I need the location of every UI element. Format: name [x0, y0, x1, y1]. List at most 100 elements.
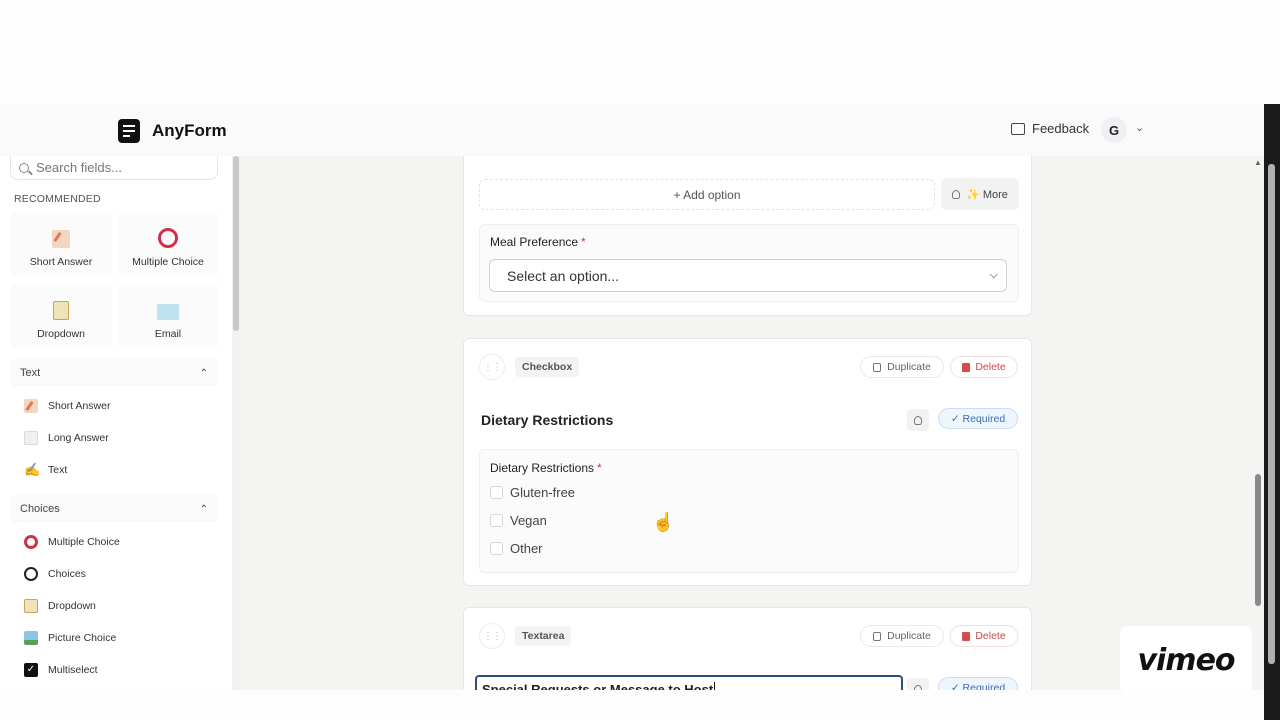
checkbox-option[interactable]: Other — [490, 541, 543, 556]
checkbox[interactable] — [490, 542, 503, 555]
avatar[interactable]: G — [1101, 117, 1127, 143]
checkbox-option[interactable]: Vegan — [490, 513, 547, 528]
option-label: Vegan — [510, 513, 547, 528]
circle-icon — [24, 567, 38, 581]
trash-icon — [962, 362, 971, 372]
checkbox-option[interactable]: Gluten-free — [490, 485, 575, 500]
ring-icon — [158, 228, 178, 248]
duplicate-label: Duplicate — [887, 361, 931, 373]
canvas-scrollbar[interactable]: ▲ — [1252, 156, 1264, 690]
sidebar-item-label: Dropdown — [48, 600, 96, 612]
canvas-scrollbar-thumb[interactable] — [1255, 474, 1261, 606]
textarea-field-card[interactable]: ⋮⋮ Textarea Duplicate Delete Special Req… — [463, 607, 1032, 690]
sidebar-item-short-answer[interactable]: Short Answer — [24, 399, 110, 413]
form-canvas: + Add option ✨ More Meal Preference * Sel… — [240, 156, 1252, 690]
preview-label-text: Meal Preference — [490, 235, 579, 249]
sidebar-item-label: Picture Choice — [48, 632, 117, 644]
app-logo[interactable]: AnyForm — [118, 119, 227, 143]
sidebar-item-picture-choice[interactable]: Picture Choice — [24, 631, 116, 645]
required-asterisk: * — [597, 461, 602, 475]
checkbox[interactable] — [490, 486, 503, 499]
clipboard-icon — [53, 301, 69, 320]
search-placeholder: Search fields... — [36, 160, 122, 175]
document-icon — [24, 431, 38, 445]
sidebar-item-label: Long Answer — [48, 432, 109, 444]
bottom-edge — [0, 690, 1264, 720]
required-toggle[interactable]: ✓ Required — [938, 408, 1018, 429]
chevron-up-icon: ⌃ — [199, 503, 208, 515]
mail-icon — [157, 304, 179, 320]
field-preview: Dietary Restrictions * Gluten-free Vegan … — [479, 449, 1019, 573]
add-option-button[interactable]: + Add option — [479, 179, 935, 210]
drag-handle-icon[interactable]: ⋮⋮ — [479, 354, 505, 380]
lightbulb-icon — [914, 415, 922, 425]
title-input-value: Special Requests or Message to Host — [482, 681, 714, 691]
field-sidebar: Search fields... RECOMMENDED Short Answe… — [0, 156, 232, 690]
copy-icon — [873, 631, 882, 641]
recommended-tile-multiple-choice[interactable]: Multiple Choice — [117, 212, 219, 276]
required-toggle[interactable]: ✓ Required — [938, 677, 1018, 690]
recommended-tile-short-answer[interactable]: Short Answer — [10, 212, 112, 276]
select-value: Select an option... — [507, 267, 620, 284]
pointer-hand-icon: ☝ — [652, 512, 675, 532]
meal-preference-select[interactable]: Select an option... ⌵ — [489, 259, 1007, 292]
recommended-heading: RECOMMENDED — [14, 193, 101, 205]
recommended-tile-dropdown[interactable]: Dropdown — [10, 284, 112, 348]
feedback-button[interactable]: Feedback — [1011, 121, 1089, 136]
field-preview: Meal Preference * Select an option... ⌵ — [479, 224, 1019, 302]
question-title[interactable]: Dietary Restrictions — [481, 412, 613, 428]
delete-button[interactable]: Delete — [950, 356, 1018, 378]
required-asterisk: * — [581, 235, 586, 249]
duplicate-button[interactable]: Duplicate — [860, 625, 944, 647]
sidebar-item-text[interactable]: ✍ Text — [24, 463, 67, 477]
sidebar-scrollbar[interactable] — [232, 156, 240, 690]
delete-label: Delete — [975, 361, 1006, 373]
option-label: Other — [510, 541, 543, 556]
search-input[interactable]: Search fields... — [10, 156, 218, 180]
sidebar-item-multiple-choice[interactable]: Multiple Choice — [24, 535, 120, 549]
section-title: Choices — [20, 503, 60, 515]
recommended-tile-email[interactable]: Email — [117, 284, 219, 348]
sidebar-item-choices[interactable]: Choices — [24, 567, 86, 581]
message-icon — [1011, 122, 1025, 135]
copy-icon — [873, 362, 882, 372]
hint-button[interactable] — [907, 678, 929, 690]
sidebar-item-dropdown[interactable]: Dropdown — [24, 599, 96, 613]
delete-label: Delete — [975, 630, 1006, 642]
field-type-badge: Checkbox — [515, 357, 580, 377]
question-title-input[interactable]: Special Requests or Message to Host — [475, 675, 903, 690]
drag-handle-icon[interactable]: ⋮⋮ — [479, 623, 505, 649]
sidebar-scrollbar-thumb[interactable] — [233, 156, 239, 331]
option-label: Gluten-free — [510, 485, 576, 500]
sidebar-item-label: Multiselect — [48, 664, 98, 676]
duplicate-button[interactable]: Duplicate — [860, 356, 944, 378]
meal-options-card: + Add option ✨ More Meal Preference * Sel… — [463, 156, 1032, 316]
chevron-down-icon[interactable]: ⌄ — [1135, 121, 1144, 134]
tile-label: Short Answer — [29, 256, 93, 268]
pencil-icon — [52, 230, 70, 248]
sidebar-item-multiselect[interactable]: ✓ Multiselect — [24, 663, 98, 677]
delete-button[interactable]: Delete — [950, 625, 1018, 647]
app-window: AnyForm Feedback G ⌄ Search fields... RE… — [0, 0, 1280, 720]
search-icon — [19, 162, 29, 173]
hint-button[interactable] — [907, 409, 929, 431]
field-type-badge: Textarea — [515, 626, 572, 646]
tile-label: Multiple Choice — [132, 256, 204, 268]
more-button[interactable]: ✨ More — [941, 178, 1019, 210]
outer-scrollbar-thumb[interactable] — [1268, 164, 1275, 664]
chevron-down-icon: ⌵ — [989, 269, 998, 281]
ring-icon — [24, 535, 38, 549]
sidebar-item-long-answer[interactable]: Long Answer — [24, 431, 109, 445]
picture-icon — [24, 631, 38, 645]
checkbox-icon: ✓ — [24, 663, 38, 677]
checkbox[interactable] — [490, 514, 503, 527]
outer-scrollbar[interactable] — [1264, 104, 1280, 720]
feedback-label: Feedback — [1032, 121, 1090, 136]
section-header-text[interactable]: Text ⌃ — [10, 359, 218, 387]
checkbox-field-card[interactable]: ⋮⋮ Checkbox Duplicate Delete Dietary Res… — [463, 338, 1032, 586]
chevron-up-icon: ⌃ — [199, 367, 208, 379]
scroll-up-arrow-icon[interactable]: ▲ — [1254, 158, 1262, 167]
tile-label: Email — [154, 328, 182, 340]
sidebar-item-label: Short Answer — [48, 400, 111, 412]
section-header-choices[interactable]: Choices ⌃ — [10, 495, 218, 523]
